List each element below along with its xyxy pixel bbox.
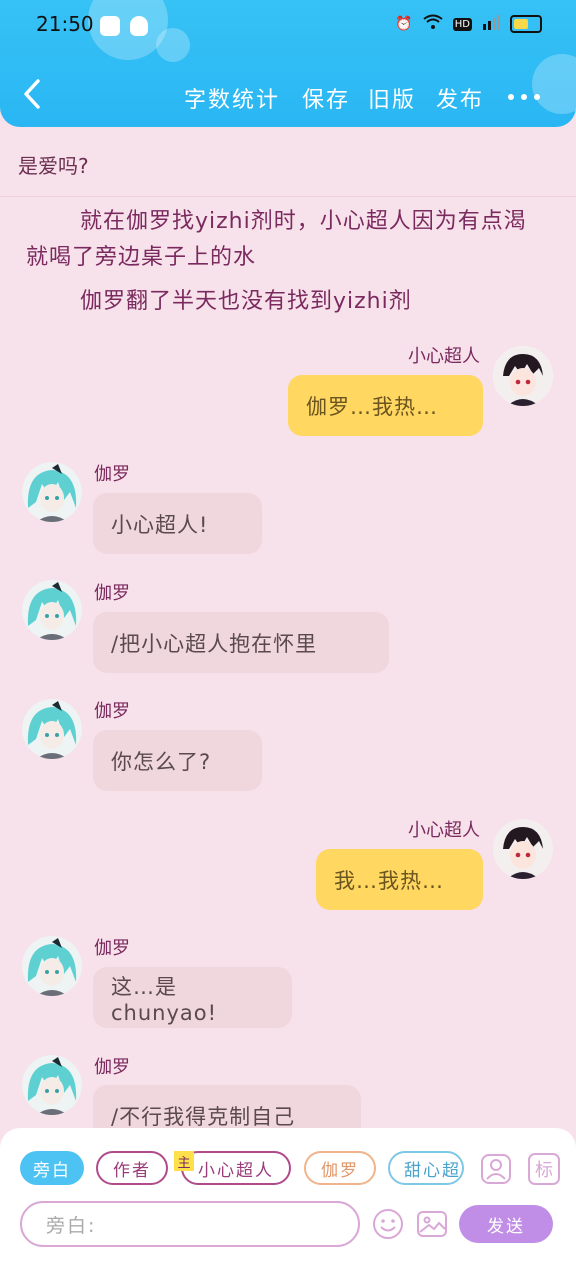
smiley-icon — [373, 1209, 403, 1239]
sender-name: 伽罗 — [94, 464, 130, 485]
nav-save[interactable]: 保存 — [302, 82, 350, 114]
chevron-left-icon — [24, 79, 40, 109]
avatar-jialuo[interactable] — [22, 1055, 82, 1115]
tag-button[interactable]: 标 — [528, 1153, 560, 1185]
role-chip-tianxin[interactable]: 甜心超 — [388, 1151, 464, 1185]
wifi-icon — [423, 14, 443, 34]
avatar-xiaoxin[interactable] — [493, 819, 553, 879]
decor-bubble — [156, 28, 190, 62]
role-chip-xiaoxin[interactable]: 小心超人 — [181, 1151, 291, 1185]
alarm-icon: ⏰ — [395, 16, 413, 32]
nav-old-version[interactable]: 旧版 — [368, 82, 416, 114]
role-chip-author[interactable]: 作者 — [96, 1151, 168, 1185]
avatar-jialuo[interactable] — [22, 580, 82, 640]
more-button[interactable] — [508, 84, 540, 100]
sender-name: 小心超人 — [408, 820, 480, 841]
message-bubble-left[interactable]: 你怎么了? — [93, 730, 262, 791]
avatar-jialuo[interactable] — [22, 462, 82, 522]
narration-2: 伽罗翻了半天也没有找到yizhi剂 — [80, 289, 412, 314]
role-chip-jialuo[interactable]: 伽罗 — [304, 1151, 376, 1185]
baidu-app-icon — [100, 16, 120, 36]
sender-name: 伽罗 — [94, 583, 130, 604]
back-button[interactable] — [22, 78, 42, 110]
sender-name: 小心超人 — [408, 346, 480, 367]
message-bubble-right[interactable]: 我…我热… — [316, 849, 483, 910]
sender-name: 伽罗 — [94, 1057, 130, 1078]
nav-publish[interactable]: 发布 — [436, 82, 484, 114]
emoji-button[interactable] — [372, 1208, 404, 1240]
app-header: 21:50 ⏰ HD 字数统计 保存 旧版 发布 — [0, 0, 576, 127]
avatar-xiaoxin[interactable] — [493, 346, 553, 406]
image-icon — [417, 1211, 447, 1237]
hd-icon: HD — [452, 17, 472, 31]
previous-line: 是爱吗? — [18, 154, 89, 178]
sender-name: 伽罗 — [94, 938, 130, 959]
status-time: 21:50 — [36, 12, 94, 36]
battery-icon — [510, 15, 542, 33]
message-bubble-left[interactable]: /把小心超人抱在怀里 — [93, 612, 389, 673]
message-bubble-left[interactable]: 这…是chunyao! — [93, 967, 292, 1028]
person-icon — [481, 1154, 511, 1184]
divider — [0, 196, 576, 197]
avatar-jialuo[interactable] — [22, 699, 82, 759]
message-input[interactable]: 旁白: — [20, 1201, 360, 1247]
role-chip-narrator[interactable]: 旁白 — [20, 1151, 84, 1185]
add-character-button[interactable] — [480, 1153, 512, 1185]
signal-icon — [482, 14, 500, 34]
nav-word-count[interactable]: 字数统计 — [184, 82, 280, 114]
message-bubble-right[interactable]: 伽罗…我热… — [288, 375, 483, 436]
qq-app-icon — [130, 16, 148, 36]
status-icons: ⏰ HD — [395, 14, 542, 34]
send-button[interactable]: 发送 — [459, 1205, 553, 1243]
narration-1: 就在伽罗找yizhi剂时，小心超人因为有点渴就喝了旁边桌子上的水 — [26, 209, 527, 270]
sender-name: 伽罗 — [94, 701, 130, 722]
avatar-jialuo[interactable] — [22, 936, 82, 996]
main-role-badge: 主 — [174, 1151, 194, 1171]
image-button[interactable] — [416, 1208, 448, 1240]
message-bubble-left[interactable]: 小心超人! — [93, 493, 262, 554]
